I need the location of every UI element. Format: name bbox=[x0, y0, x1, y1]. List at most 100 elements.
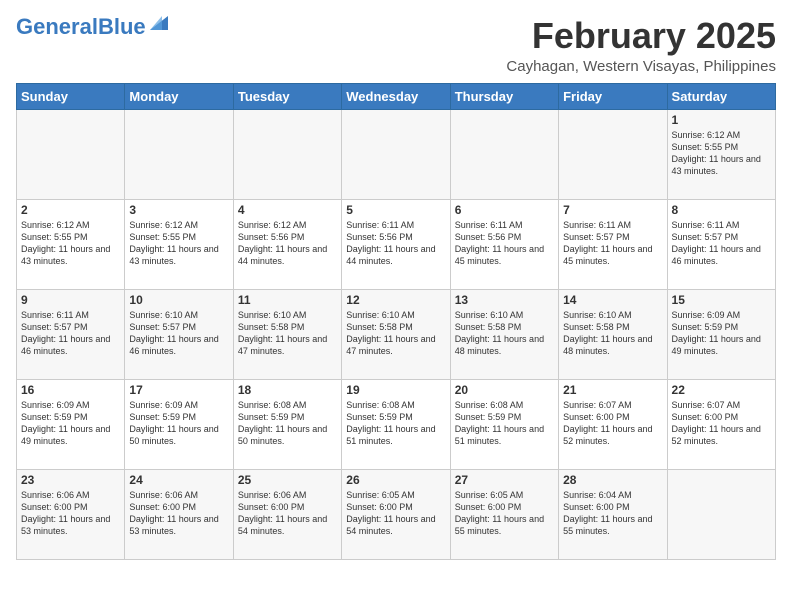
calendar-cell: 8 Sunrise: 6:11 AMSunset: 5:57 PMDaylight… bbox=[667, 199, 775, 289]
day-number: 8 bbox=[672, 203, 771, 217]
calendar-cell: 2 Sunrise: 6:12 AMSunset: 5:55 PMDaylight… bbox=[17, 199, 125, 289]
cell-info: Sunrise: 6:11 AMSunset: 5:57 PMDaylight:… bbox=[672, 220, 761, 266]
calendar-cell: 27Sunrise: 6:05 AMSunset: 6:00 PMDayligh… bbox=[450, 469, 558, 559]
calendar-cell: 12 Sunrise: 6:10 AMSunset: 5:58 PMDayligh… bbox=[342, 289, 450, 379]
calendar-cell: 28 Sunrise: 6:04 AMSunset: 6:00 PMDayligh… bbox=[559, 469, 667, 559]
calendar-week-row: 1Sunrise: 6:12 AMSunset: 5:55 PMDaylight… bbox=[17, 109, 776, 199]
calendar-week-row: 23 Sunrise: 6:06 AMSunset: 6:00 PMDayligh… bbox=[17, 469, 776, 559]
calendar-cell: 7 Sunrise: 6:11 AMSunset: 5:57 PMDaylight… bbox=[559, 199, 667, 289]
cell-info: Sunrise: 6:06 AMSunset: 6:00 PMDaylight:… bbox=[129, 490, 218, 536]
weekday-header-row: SundayMondayTuesdayWednesdayThursdayFrid… bbox=[17, 83, 776, 109]
logo: GeneralBlue bbox=[16, 16, 170, 38]
calendar-week-row: 2 Sunrise: 6:12 AMSunset: 5:55 PMDaylight… bbox=[17, 199, 776, 289]
calendar-cell bbox=[342, 109, 450, 199]
cell-info: Sunrise: 6:09 AMSunset: 5:59 PMDaylight:… bbox=[21, 400, 110, 446]
calendar-week-row: 16 Sunrise: 6:09 AMSunset: 5:59 PMDayligh… bbox=[17, 379, 776, 469]
day-number: 6 bbox=[455, 203, 554, 217]
calendar-cell bbox=[450, 109, 558, 199]
day-number: 28 bbox=[563, 473, 662, 487]
cell-info: Sunrise: 6:12 AMSunset: 5:55 PMDaylight:… bbox=[129, 220, 218, 266]
cell-info: Sunrise: 6:10 AMSunset: 5:58 PMDaylight:… bbox=[346, 310, 435, 356]
day-number: 27 bbox=[455, 473, 554, 487]
day-number: 17 bbox=[129, 383, 228, 397]
day-number: 25 bbox=[238, 473, 337, 487]
calendar-cell: 25 Sunrise: 6:06 AMSunset: 6:00 PMDayligh… bbox=[233, 469, 341, 559]
cell-info: Sunrise: 6:09 AMSunset: 5:59 PMDaylight:… bbox=[129, 400, 218, 446]
calendar-cell: 6 Sunrise: 6:11 AMSunset: 5:56 PMDaylight… bbox=[450, 199, 558, 289]
cell-info: Sunrise: 6:06 AMSunset: 6:00 PMDaylight:… bbox=[238, 490, 327, 536]
cell-info: Sunrise: 6:05 AMSunset: 6:00 PMDaylight:… bbox=[346, 490, 435, 536]
calendar-cell bbox=[125, 109, 233, 199]
calendar-cell: 13Sunrise: 6:10 AMSunset: 5:58 PMDayligh… bbox=[450, 289, 558, 379]
day-number: 22 bbox=[672, 383, 771, 397]
weekday-header-sunday: Sunday bbox=[17, 83, 125, 109]
calendar-cell: 26 Sunrise: 6:05 AMSunset: 6:00 PMDayligh… bbox=[342, 469, 450, 559]
cell-info: Sunrise: 6:11 AMSunset: 5:57 PMDaylight:… bbox=[563, 220, 652, 266]
day-number: 16 bbox=[21, 383, 120, 397]
cell-info: Sunrise: 6:08 AMSunset: 5:59 PMDaylight:… bbox=[346, 400, 435, 446]
day-number: 4 bbox=[238, 203, 337, 217]
calendar-cell: 18 Sunrise: 6:08 AMSunset: 5:59 PMDayligh… bbox=[233, 379, 341, 469]
day-number: 23 bbox=[21, 473, 120, 487]
day-number: 19 bbox=[346, 383, 445, 397]
logo-wing-icon bbox=[148, 12, 170, 34]
cell-info: Sunrise: 6:06 AMSunset: 6:00 PMDaylight:… bbox=[21, 490, 110, 536]
calendar-cell: 15 Sunrise: 6:09 AMSunset: 5:59 PMDayligh… bbox=[667, 289, 775, 379]
calendar-cell: 19 Sunrise: 6:08 AMSunset: 5:59 PMDayligh… bbox=[342, 379, 450, 469]
cell-info: Sunrise: 6:12 AMSunset: 5:55 PMDaylight:… bbox=[21, 220, 110, 266]
weekday-header-monday: Monday bbox=[125, 83, 233, 109]
day-number: 10 bbox=[129, 293, 228, 307]
weekday-header-saturday: Saturday bbox=[667, 83, 775, 109]
calendar-cell: 14Sunrise: 6:10 AMSunset: 5:58 PMDayligh… bbox=[559, 289, 667, 379]
calendar-cell: 22 Sunrise: 6:07 AMSunset: 6:00 PMDayligh… bbox=[667, 379, 775, 469]
calendar-cell: 21 Sunrise: 6:07 AMSunset: 6:00 PMDayligh… bbox=[559, 379, 667, 469]
day-number: 21 bbox=[563, 383, 662, 397]
calendar-cell bbox=[17, 109, 125, 199]
page-header: GeneralBlue February 2025 Cayhagan, West… bbox=[16, 16, 776, 75]
day-number: 24 bbox=[129, 473, 228, 487]
day-number: 3 bbox=[129, 203, 228, 217]
cell-info: Sunrise: 6:12 AMSunset: 5:56 PMDaylight:… bbox=[238, 220, 327, 266]
calendar-cell: 3 Sunrise: 6:12 AMSunset: 5:55 PMDaylight… bbox=[125, 199, 233, 289]
calendar-cell: 17 Sunrise: 6:09 AMSunset: 5:59 PMDayligh… bbox=[125, 379, 233, 469]
cell-info: Sunrise: 6:08 AMSunset: 5:59 PMDaylight:… bbox=[455, 400, 544, 446]
day-number: 7 bbox=[563, 203, 662, 217]
cell-info: Sunrise: 6:09 AMSunset: 5:59 PMDaylight:… bbox=[672, 310, 761, 356]
day-number: 2 bbox=[21, 203, 120, 217]
day-number: 15 bbox=[672, 293, 771, 307]
day-number: 5 bbox=[346, 203, 445, 217]
title-block: February 2025 Cayhagan, Western Visayas,… bbox=[506, 16, 776, 75]
weekday-header-friday: Friday bbox=[559, 83, 667, 109]
calendar-cell: 5 Sunrise: 6:11 AMSunset: 5:56 PMDaylight… bbox=[342, 199, 450, 289]
calendar-cell: 1Sunrise: 6:12 AMSunset: 5:55 PMDaylight… bbox=[667, 109, 775, 199]
calendar-cell bbox=[667, 469, 775, 559]
day-number: 9 bbox=[21, 293, 120, 307]
calendar-cell: 4 Sunrise: 6:12 AMSunset: 5:56 PMDaylight… bbox=[233, 199, 341, 289]
cell-info: Sunrise: 6:08 AMSunset: 5:59 PMDaylight:… bbox=[238, 400, 327, 446]
day-number: 20 bbox=[455, 383, 554, 397]
cell-info: Sunrise: 6:10 AMSunset: 5:58 PMDaylight:… bbox=[563, 310, 652, 356]
day-number: 26 bbox=[346, 473, 445, 487]
day-number: 18 bbox=[238, 383, 337, 397]
logo-text: GeneralBlue bbox=[16, 16, 146, 38]
calendar-cell: 10 Sunrise: 6:10 AMSunset: 5:57 PMDayligh… bbox=[125, 289, 233, 379]
cell-info: Sunrise: 6:07 AMSunset: 6:00 PMDaylight:… bbox=[563, 400, 652, 446]
month-title: February 2025 bbox=[506, 16, 776, 56]
day-number: 13 bbox=[455, 293, 554, 307]
cell-info: Sunrise: 6:10 AMSunset: 5:57 PMDaylight:… bbox=[129, 310, 218, 356]
cell-info: Sunrise: 6:11 AMSunset: 5:56 PMDaylight:… bbox=[455, 220, 544, 266]
calendar-cell: 9 Sunrise: 6:11 AMSunset: 5:57 PMDaylight… bbox=[17, 289, 125, 379]
day-number: 1 bbox=[672, 113, 771, 127]
day-number: 12 bbox=[346, 293, 445, 307]
cell-info: Sunrise: 6:11 AMSunset: 5:56 PMDaylight:… bbox=[346, 220, 435, 266]
calendar-cell: 11Sunrise: 6:10 AMSunset: 5:58 PMDayligh… bbox=[233, 289, 341, 379]
weekday-header-tuesday: Tuesday bbox=[233, 83, 341, 109]
calendar-table: SundayMondayTuesdayWednesdayThursdayFrid… bbox=[16, 83, 776, 560]
calendar-cell: 24 Sunrise: 6:06 AMSunset: 6:00 PMDayligh… bbox=[125, 469, 233, 559]
cell-info: Sunrise: 6:11 AMSunset: 5:57 PMDaylight:… bbox=[21, 310, 110, 356]
cell-info: Sunrise: 6:10 AMSunset: 5:58 PMDaylight:… bbox=[238, 310, 327, 356]
cell-info: Sunrise: 6:04 AMSunset: 6:00 PMDaylight:… bbox=[563, 490, 652, 536]
cell-info: Sunrise: 6:07 AMSunset: 6:00 PMDaylight:… bbox=[672, 400, 761, 446]
calendar-cell bbox=[559, 109, 667, 199]
weekday-header-wednesday: Wednesday bbox=[342, 83, 450, 109]
